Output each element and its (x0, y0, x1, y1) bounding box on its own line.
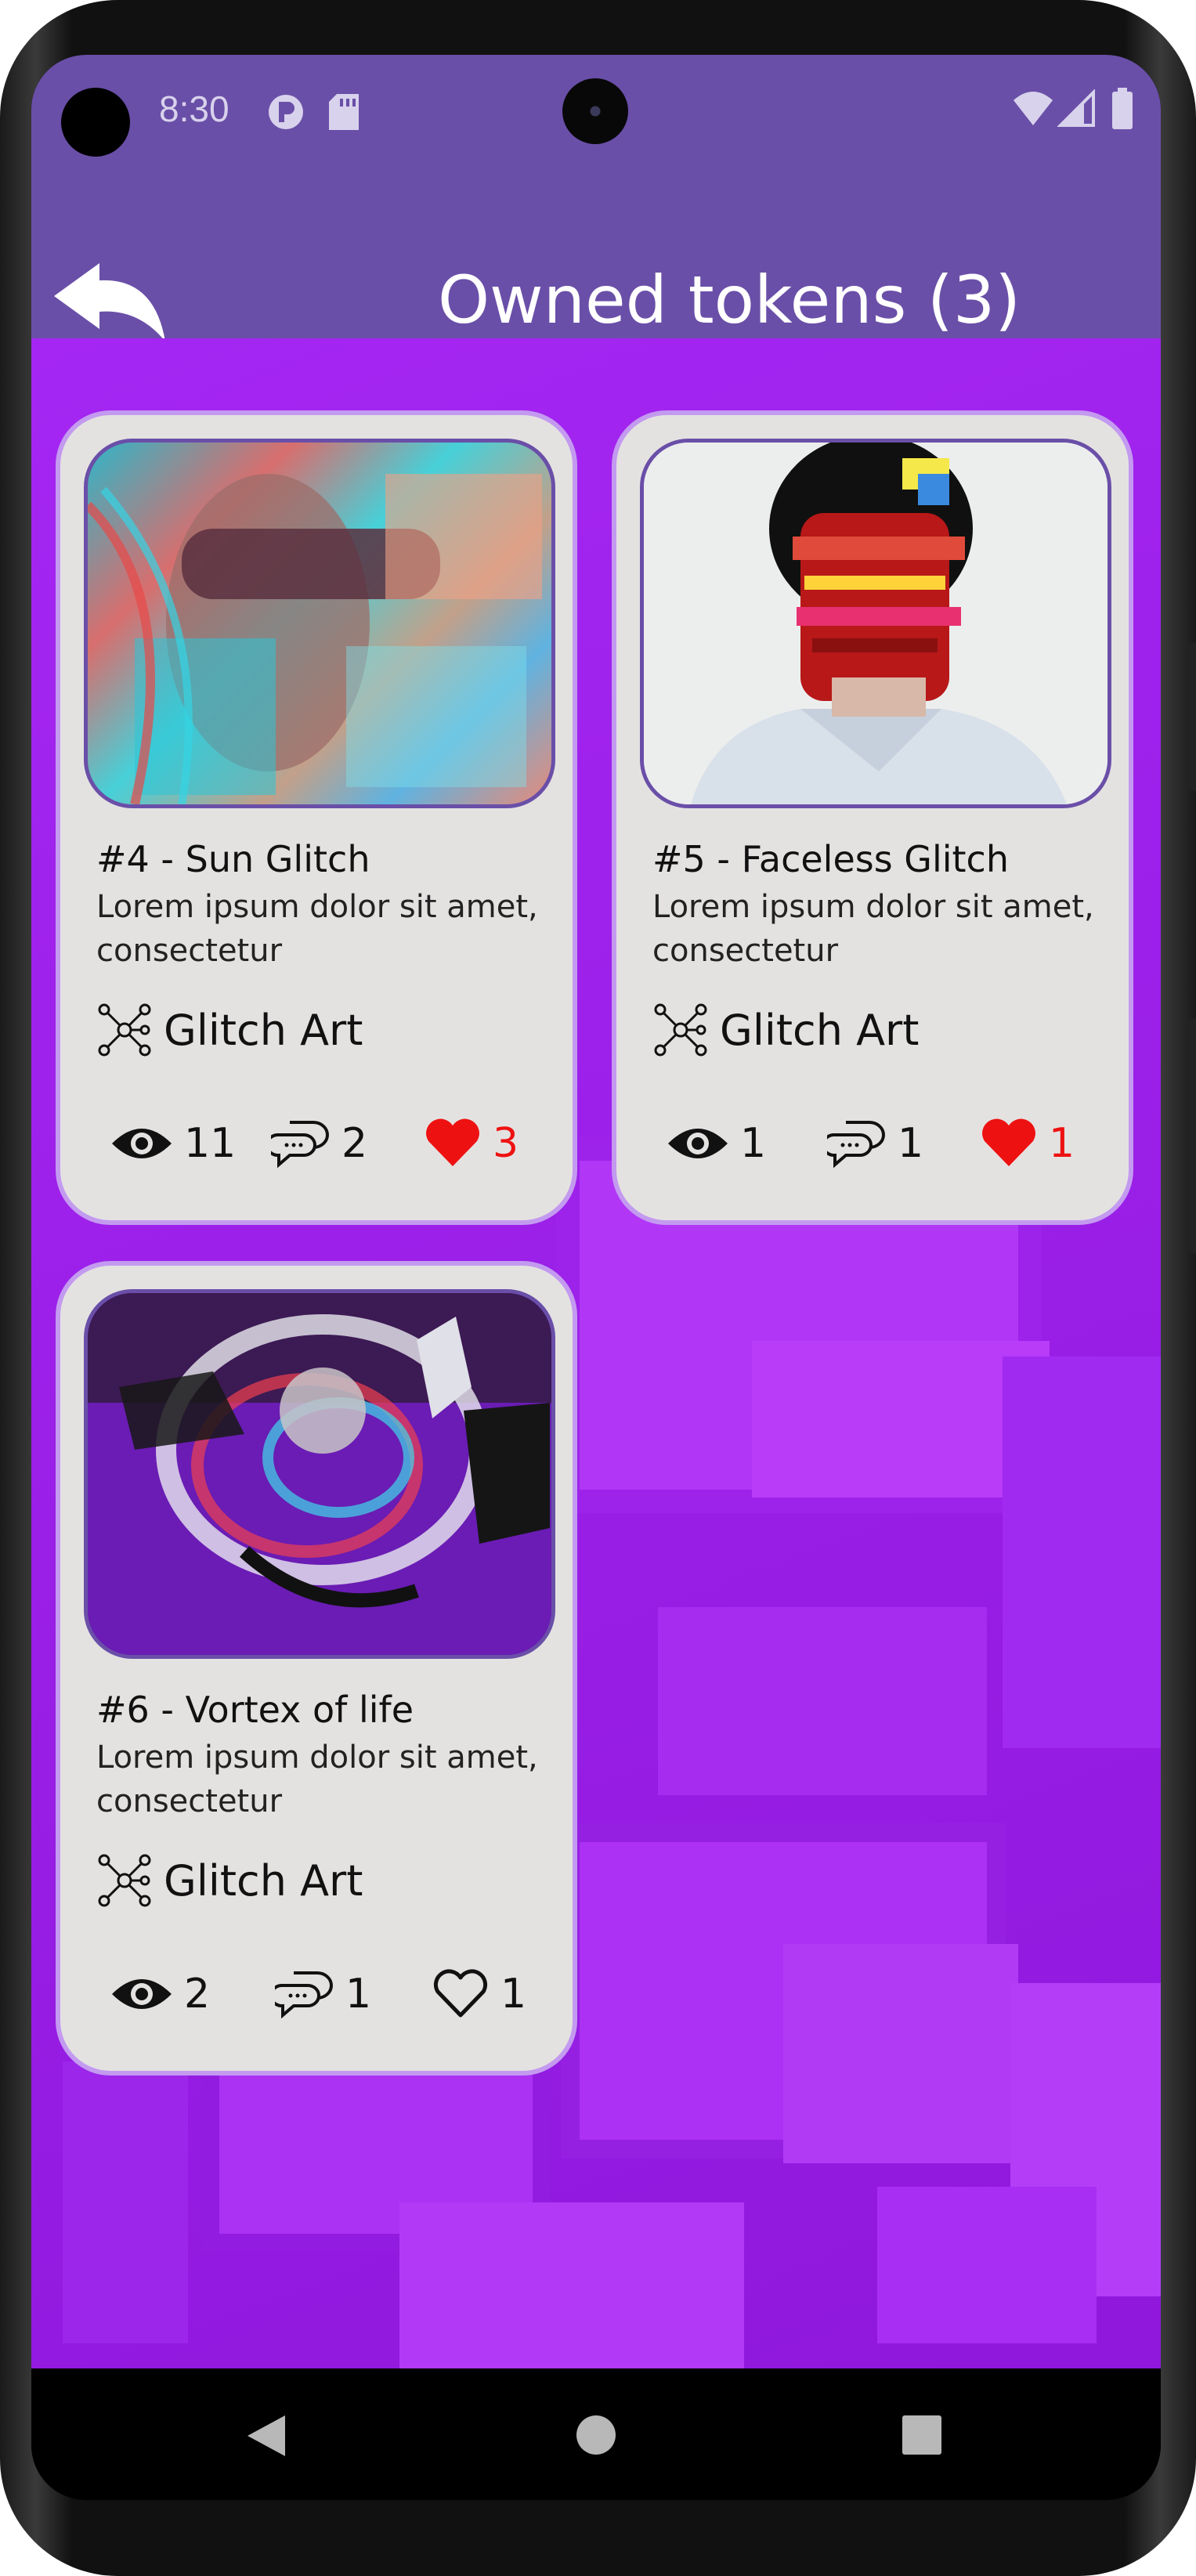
comments-icon (271, 1121, 329, 1169)
token-title: #4 - Sun Glitch (96, 838, 370, 880)
home-circle-icon[interactable] (575, 2414, 617, 2456)
category-label: Glitch Art (164, 1855, 363, 1906)
comments-count: 2 (341, 1120, 368, 1167)
token-stats: 1 1 1 (667, 1108, 1105, 1179)
comments-icon (827, 1121, 885, 1169)
power-button (1188, 1018, 1196, 1253)
likes-stat[interactable]: 1 (432, 1959, 526, 2029)
token-title: #5 - Faceless Glitch (652, 838, 1009, 880)
volume-button (1188, 642, 1196, 791)
system-nav-bar (31, 2368, 1161, 2500)
comments-stat[interactable]: 1 (827, 1108, 923, 1179)
network-nodes-icon (98, 1003, 151, 1057)
background-square (783, 1944, 1018, 2163)
status-bar: 8:30 (31, 55, 1161, 166)
status-time: 8:30 (159, 89, 229, 129)
eye-icon (112, 1129, 172, 1158)
likes-stat[interactable]: 3 (424, 1108, 519, 1179)
token-title: #6 - Vortex of life (96, 1689, 414, 1731)
likes-count: 1 (1049, 1120, 1075, 1167)
token-category[interactable]: Glitch Art (96, 1849, 363, 1912)
token-description: Lorem ipsum dolor sit amet, consectetur (96, 1740, 538, 1819)
background-square (63, 2061, 188, 2343)
heart-outline-icon (433, 1969, 488, 2018)
token-image (84, 1289, 555, 1659)
token-image (640, 439, 1111, 808)
views-stat: 1 (667, 1108, 766, 1179)
background-square (877, 2187, 1097, 2343)
likes-count: 1 (500, 1971, 527, 2018)
app-notification-icon (269, 95, 303, 129)
token-category[interactable]: Glitch Art (96, 999, 363, 1061)
screen: 8:30 Owned tokens (3) #4 - Sun Glitch Lo… (31, 55, 1161, 2500)
sd-card-icon (329, 94, 359, 130)
token-stats: 2 1 1 (110, 1959, 549, 2029)
comments-stat[interactable]: 1 (275, 1959, 371, 2029)
heart-filled-icon (426, 1118, 479, 1166)
signal-icon (1057, 89, 1095, 127)
eye-icon (112, 1979, 172, 2009)
page-title: Owned tokens (3) (437, 262, 1021, 338)
background-square (658, 1607, 987, 1795)
likes-stat[interactable]: 1 (980, 1108, 1075, 1179)
views-count: 11 (184, 1120, 237, 1167)
wifi-icon (1014, 92, 1053, 125)
heart-filled-icon (982, 1118, 1035, 1166)
comments-count: 1 (898, 1120, 924, 1167)
vortex-portrait-art (88, 1293, 551, 1655)
background-square (1003, 1357, 1161, 1748)
background-square (399, 2202, 744, 2368)
network-nodes-icon (98, 1854, 151, 1907)
token-image (84, 439, 555, 808)
token-description: Lorem ipsum dolor sit amet, consectetur (652, 889, 1094, 969)
sunglasses-portrait-art (88, 474, 542, 804)
likes-count: 3 (493, 1120, 519, 1167)
views-count: 2 (184, 1971, 211, 2018)
phone-frame: 8:30 Owned tokens (3) #4 - Sun Glitch Lo… (0, 0, 1196, 2576)
category-label: Glitch Art (720, 1005, 920, 1055)
token-card[interactable]: #6 - Vortex of life Lorem ipsum dolor si… (56, 1261, 577, 2076)
network-nodes-icon (654, 1003, 707, 1057)
views-count: 1 (740, 1120, 767, 1167)
token-category[interactable]: Glitch Art (652, 999, 919, 1061)
views-stat: 11 (110, 1108, 236, 1179)
battery-icon (1112, 88, 1133, 129)
token-stats: 11 2 3 (110, 1108, 549, 1179)
token-card[interactable]: #5 - Faceless Glitch Lorem ipsum dolor s… (612, 410, 1133, 1225)
comments-count: 1 (345, 1971, 372, 2018)
sensor-cutout (61, 88, 130, 157)
front-camera (562, 78, 628, 144)
back-triangle-icon[interactable] (244, 2412, 288, 2459)
category-label: Glitch Art (164, 1005, 363, 1055)
faceless-portrait-art (644, 443, 1107, 804)
token-description: Lorem ipsum dolor sit amet, consectetur (96, 889, 538, 969)
token-card[interactable]: #4 - Sun Glitch Lorem ipsum dolor sit am… (56, 410, 577, 1225)
comments-stat[interactable]: 2 (271, 1108, 367, 1179)
token-grid: #4 - Sun Glitch Lorem ipsum dolor sit am… (31, 338, 1161, 2368)
comments-icon (275, 1971, 333, 2019)
eye-icon (668, 1129, 728, 1158)
recents-square-icon[interactable] (901, 2414, 943, 2456)
views-stat: 2 (110, 1959, 210, 2029)
